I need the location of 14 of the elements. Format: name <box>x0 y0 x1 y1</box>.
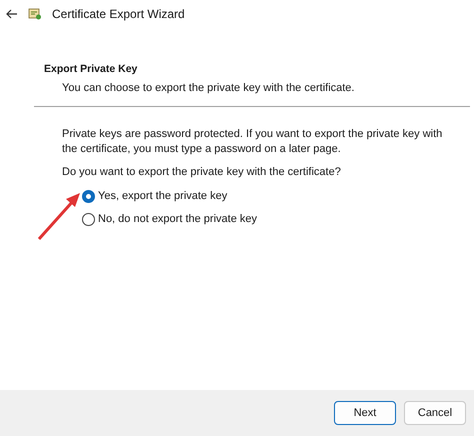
description-text: Private keys are password protected. If you want to export the private key with the certificate, you must type a password on a later page. <box>62 127 444 157</box>
window-title: Certificate Export Wizard <box>52 6 185 23</box>
cancel-button[interactable]: Cancel <box>404 400 466 426</box>
certificate-icon <box>28 7 42 21</box>
radio-button[interactable] <box>82 190 95 203</box>
question-text: Do you want to export the private key with the certificate? <box>62 164 342 180</box>
next-button[interactable]: Next <box>334 400 396 426</box>
page-heading: Export Private Key <box>43 62 138 77</box>
page-subtitle: You can choose to export the private key with the certificate. <box>61 80 356 96</box>
radio-label[interactable]: No, do not export the private key <box>98 211 257 228</box>
radio-button[interactable] <box>82 213 95 226</box>
pointer-arrow <box>36 192 82 242</box>
radio-label[interactable]: Yes, export the private key <box>98 188 228 204</box>
back-icon[interactable] <box>6 9 18 19</box>
